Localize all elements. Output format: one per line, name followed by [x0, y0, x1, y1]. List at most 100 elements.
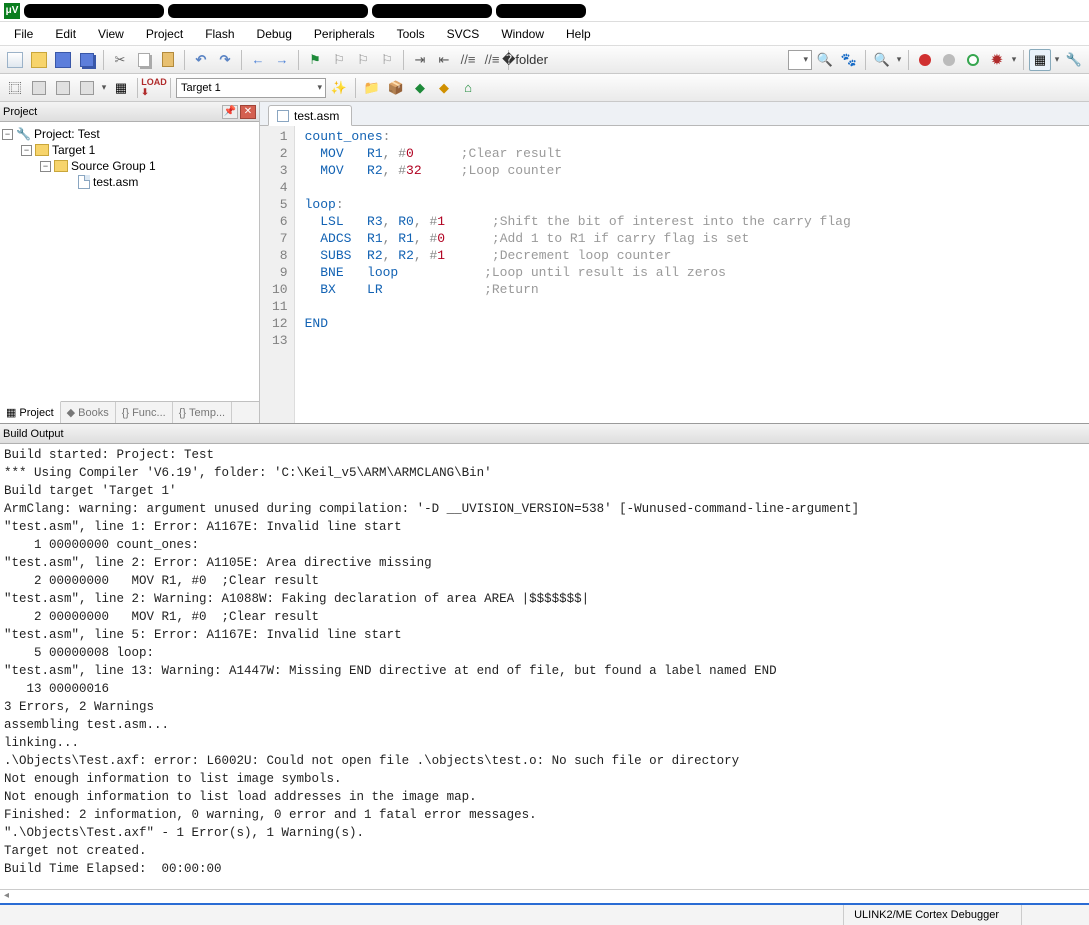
project-panel-tabs: ▦Project◆Books{}Func...{}Temp...	[0, 401, 259, 423]
bookmark-next-button[interactable]: ⚐	[352, 49, 374, 71]
menu-peripherals[interactable]: Peripherals	[304, 24, 385, 44]
cut-button[interactable]: ✂	[109, 49, 131, 71]
paste-button[interactable]	[157, 49, 179, 71]
nav-back-button[interactable]: ←	[247, 49, 269, 71]
find-button[interactable]: �folder	[514, 49, 536, 71]
line-gutter: 12345678910111213	[260, 126, 295, 423]
separator	[355, 78, 356, 98]
separator	[908, 50, 909, 70]
menu-view[interactable]: View	[88, 24, 134, 44]
separator	[865, 50, 866, 70]
comment-button[interactable]: //≡	[457, 49, 479, 71]
breakpoint-disable-button[interactable]	[962, 49, 984, 71]
uncomment-button[interactable]: //≡	[481, 49, 503, 71]
title-redacted	[24, 4, 164, 18]
menu-edit[interactable]: Edit	[45, 24, 86, 44]
open-file-button[interactable]	[28, 49, 50, 71]
build-output-header: Build Output	[0, 424, 1089, 444]
toolbar-build: ⿴ ▾ ▦ LOAD⬇ Target 1 ✨ 📁 📦 ◆ ◆ ⌂	[0, 74, 1089, 102]
debug-button[interactable]: 🔍	[871, 49, 893, 71]
manage-rte-button[interactable]: ◆	[433, 77, 455, 99]
panel-tab-func[interactable]: {}Func...	[116, 402, 173, 423]
breakpoint-kill-button[interactable]: ✹	[986, 49, 1008, 71]
build-dropdown[interactable]: ▾	[100, 82, 108, 93]
nav-forward-button[interactable]: →	[271, 49, 293, 71]
indent-button[interactable]: ⇥	[409, 49, 431, 71]
books-button[interactable]: ⌂	[457, 77, 479, 99]
build-output-title: Build Output	[3, 428, 64, 440]
target-options-button[interactable]: ✨	[328, 77, 350, 99]
rebuild-button[interactable]	[52, 77, 74, 99]
separator	[103, 50, 104, 70]
menu-file[interactable]: File	[4, 24, 43, 44]
panel-tab-books[interactable]: ◆Books	[61, 402, 116, 423]
redo-button[interactable]: ↷	[214, 49, 236, 71]
breakpoint-enable-button[interactable]	[938, 49, 960, 71]
debug-dropdown[interactable]: ▾	[895, 54, 903, 65]
separator	[1023, 50, 1024, 70]
separator	[170, 78, 171, 98]
menu-project[interactable]: Project	[136, 24, 193, 44]
menu-help[interactable]: Help	[556, 24, 601, 44]
new-file-button[interactable]	[4, 49, 26, 71]
app-icon: μV	[4, 3, 20, 19]
editor-tab-testasm[interactable]: test.asm	[268, 105, 352, 126]
undo-button[interactable]: ↶	[190, 49, 212, 71]
main-area: Project 📌 ✕ −🔧 Project: Test − Target 1 …	[0, 102, 1089, 423]
breakpoint-dropdown[interactable]: ▾	[1010, 54, 1018, 65]
code-content[interactable]: count_ones: MOV R1, #0 ;Clear result MOV…	[295, 126, 861, 423]
build-button[interactable]	[28, 77, 50, 99]
select-packs-button[interactable]: 📦	[385, 77, 407, 99]
menubar: FileEditViewProjectFlashDebugPeripherals…	[0, 22, 1089, 46]
breakpoint-insert-button[interactable]	[914, 49, 936, 71]
window-layout-button[interactable]: ▦	[1029, 49, 1051, 71]
batch-build-button[interactable]	[76, 77, 98, 99]
tree-file[interactable]: test.asm	[2, 174, 257, 190]
close-panel-button[interactable]: ✕	[240, 105, 256, 119]
menu-debug[interactable]: Debug	[247, 24, 302, 44]
status-empty	[1021, 905, 1081, 925]
project-panel-header: Project 📌 ✕	[0, 102, 259, 122]
toolbar-main: ✂ ↶ ↷ ← → ⚑ ⚐ ⚐ ⚐ ⇥ ⇤ //≡ //≡ �folder 🔍 …	[0, 46, 1089, 74]
panel-tab-project[interactable]: ▦Project	[0, 401, 61, 423]
project-tree[interactable]: −🔧 Project: Test − Target 1 − Source Gro…	[0, 122, 259, 401]
window-layout-dropdown[interactable]: ▾	[1053, 54, 1061, 65]
pin-button[interactable]: 📌	[222, 105, 238, 119]
scroll-indicator: ◂	[0, 889, 1089, 903]
menu-tools[interactable]: Tools	[387, 24, 435, 44]
build-output-text[interactable]: Build started: Project: Test *** Using C…	[0, 444, 1089, 889]
download-button[interactable]: LOAD⬇	[143, 77, 165, 99]
tree-group[interactable]: − Source Group 1	[2, 158, 257, 174]
status-debugger: ULINK2/ME Cortex Debugger	[843, 905, 1009, 925]
pack-installer-button[interactable]: ◆	[409, 77, 431, 99]
manage-project-items-button[interactable]: 📁	[361, 77, 383, 99]
stop-build-button[interactable]: ▦	[110, 77, 132, 99]
translate-button[interactable]: ⿴	[4, 77, 26, 99]
menu-window[interactable]: Window	[491, 24, 554, 44]
configure-button[interactable]: 🔧	[1063, 49, 1085, 71]
title-redacted	[168, 4, 368, 18]
copy-button[interactable]	[133, 49, 155, 71]
build-output-panel: Build Output Build started: Project: Tes…	[0, 423, 1089, 903]
separator	[298, 50, 299, 70]
target-select[interactable]: Target 1	[176, 78, 326, 98]
tree-target[interactable]: − Target 1	[2, 142, 257, 158]
menu-flash[interactable]: Flash	[195, 24, 244, 44]
editor-tabstrip: test.asm	[260, 102, 1089, 126]
bookmark-toggle-button[interactable]: ⚑	[304, 49, 326, 71]
save-button[interactable]	[52, 49, 74, 71]
find-in-files-button[interactable]: 🔍	[814, 49, 836, 71]
save-all-button[interactable]	[76, 49, 98, 71]
tree-root[interactable]: −🔧 Project: Test	[2, 126, 257, 142]
panel-tab-temp[interactable]: {}Temp...	[173, 402, 232, 423]
project-panel: Project 📌 ✕ −🔧 Project: Test − Target 1 …	[0, 102, 260, 423]
title-redacted	[496, 4, 586, 18]
incremental-find-button[interactable]: 🐾	[838, 49, 860, 71]
code-editor[interactable]: 12345678910111213 count_ones: MOV R1, #0…	[260, 126, 1089, 423]
target-select-value: Target 1	[181, 82, 221, 94]
bookmark-clear-button[interactable]: ⚐	[376, 49, 398, 71]
find-combo[interactable]	[788, 50, 812, 70]
bookmark-prev-button[interactable]: ⚐	[328, 49, 350, 71]
outdent-button[interactable]: ⇤	[433, 49, 455, 71]
menu-svcs[interactable]: SVCS	[437, 24, 490, 44]
